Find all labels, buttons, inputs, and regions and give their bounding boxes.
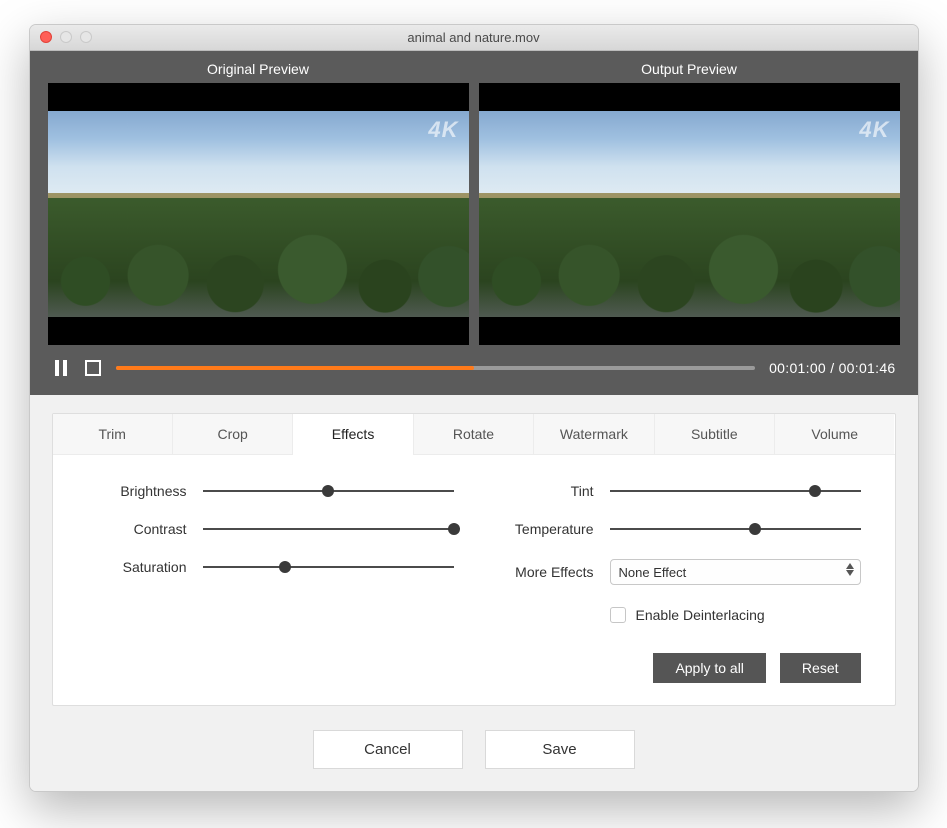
progress-fill <box>116 366 474 370</box>
effects-tab-content: Brightness Contrast Satura <box>53 455 895 705</box>
brightness-row: Brightness <box>87 483 454 499</box>
maximize-window-button[interactable] <box>80 31 92 43</box>
deinterlace-row: Enable Deinterlacing <box>610 607 861 623</box>
contrast-label: Contrast <box>87 521 187 537</box>
contrast-slider[interactable] <box>203 521 454 537</box>
tab-bar: TrimCropEffectsRotateWatermarkSubtitleVo… <box>53 414 895 455</box>
tab-subtitle[interactable]: Subtitle <box>655 414 775 454</box>
select-arrows-icon <box>845 563 855 576</box>
temperature-label: Temperature <box>494 521 594 537</box>
more-effects-label: More Effects <box>494 564 594 580</box>
more-effects-select[interactable]: None Effect <box>610 559 861 585</box>
original-preview[interactable]: 4K <box>48 83 469 345</box>
settings-panel: TrimCropEffectsRotateWatermarkSubtitleVo… <box>30 395 918 791</box>
current-time: 00:01:00 <box>769 360 826 376</box>
minimize-window-button[interactable] <box>60 31 72 43</box>
resolution-badge: 4K <box>428 117 458 143</box>
tint-slider[interactable] <box>610 483 861 499</box>
output-preview[interactable]: 4K <box>479 83 900 345</box>
save-button[interactable]: Save <box>485 730 635 769</box>
tab-effects[interactable]: Effects <box>293 414 413 454</box>
stop-button[interactable] <box>84 359 102 377</box>
playback-bar: 00:01:00 / 00:01:46 <box>48 345 900 383</box>
editor-window: animal and nature.mov Original Preview O… <box>29 24 919 792</box>
video-thumbnail <box>48 111 469 317</box>
output-preview-label: Output Preview <box>479 61 900 77</box>
resolution-badge: 4K <box>859 117 889 143</box>
saturation-slider[interactable] <box>203 559 454 575</box>
temperature-row: Temperature <box>494 521 861 537</box>
tint-label: Tint <box>494 483 594 499</box>
tab-watermark[interactable]: Watermark <box>534 414 654 454</box>
window-controls <box>40 31 92 43</box>
tab-trim[interactable]: Trim <box>53 414 173 454</box>
total-duration: 00:01:46 <box>839 360 896 376</box>
pause-button[interactable] <box>52 359 70 377</box>
deinterlace-checkbox[interactable] <box>610 607 626 623</box>
brightness-slider[interactable] <box>203 483 454 499</box>
close-window-button[interactable] <box>40 31 52 43</box>
contrast-row: Contrast <box>87 521 454 537</box>
tint-row: Tint <box>494 483 861 499</box>
progress-track[interactable] <box>116 366 756 370</box>
saturation-label: Saturation <box>87 559 187 575</box>
titlebar: animal and nature.mov <box>30 25 918 51</box>
brightness-label: Brightness <box>87 483 187 499</box>
reset-button[interactable]: Reset <box>780 653 861 683</box>
original-preview-label: Original Preview <box>48 61 469 77</box>
deinterlace-label: Enable Deinterlacing <box>636 607 765 623</box>
saturation-row: Saturation <box>87 559 454 575</box>
tab-volume[interactable]: Volume <box>775 414 894 454</box>
tab-panel: TrimCropEffectsRotateWatermarkSubtitleVo… <box>52 413 896 706</box>
more-effects-value: None Effect <box>619 565 687 580</box>
more-effects-row: More Effects None Effect <box>494 559 861 585</box>
preview-area: Original Preview Output Preview 4K 4K <box>30 51 918 395</box>
video-thumbnail <box>479 111 900 317</box>
window-title: animal and nature.mov <box>407 30 539 45</box>
tab-rotate[interactable]: Rotate <box>414 414 534 454</box>
cancel-button[interactable]: Cancel <box>313 730 463 769</box>
tab-crop[interactable]: Crop <box>173 414 293 454</box>
temperature-slider[interactable] <box>610 521 861 537</box>
apply-to-all-button[interactable]: Apply to all <box>653 653 765 683</box>
timecode: 00:01:00 / 00:01:46 <box>769 360 895 376</box>
